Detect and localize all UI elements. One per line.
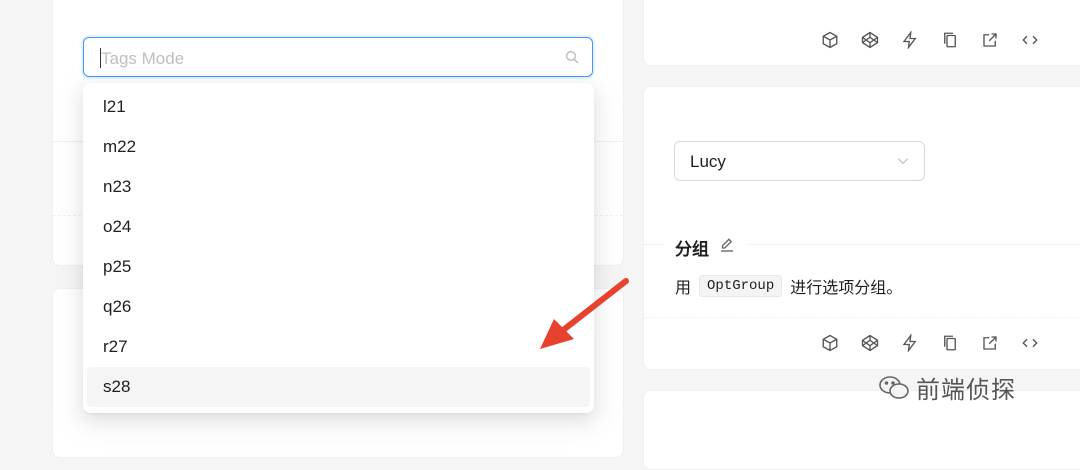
section-title: 分组 — [675, 240, 709, 259]
dropdown-option-active[interactable]: s28 — [87, 367, 590, 407]
tags-select[interactable]: Tags Mode — [83, 37, 593, 77]
dropdown-option[interactable]: p25 — [87, 247, 590, 287]
dropdown-option[interactable]: q26 — [87, 287, 590, 327]
code-snippet: OptGroup — [699, 275, 783, 297]
demo-actions — [820, 30, 1040, 50]
desc-prefix: 用 — [675, 280, 692, 297]
title-divider — [643, 244, 665, 245]
codepen-icon[interactable] — [860, 333, 880, 353]
select-dropdown: l21 m22 n23 o24 p25 q26 r27 s28 — [83, 83, 594, 413]
stackblitz-icon[interactable] — [900, 30, 920, 50]
code-icon[interactable] — [1020, 30, 1040, 50]
select-placeholder: Tags Mode — [101, 49, 185, 68]
codepen-icon[interactable] — [860, 30, 880, 50]
codesandbox-icon[interactable] — [820, 30, 840, 50]
codesandbox-icon[interactable] — [820, 333, 840, 353]
stackblitz-icon[interactable] — [900, 333, 920, 353]
dropdown-option[interactable]: o24 — [87, 207, 590, 247]
copy-icon[interactable] — [940, 30, 960, 50]
watermark-text: 前端侦探 — [916, 377, 1016, 404]
dropdown-option[interactable]: l21 — [87, 87, 590, 127]
edit-icon[interactable] — [718, 236, 736, 254]
chevron-down-icon — [897, 158, 909, 165]
demo-actions — [820, 333, 1040, 353]
demo-card — [643, 86, 1080, 370]
dropdown-option[interactable]: m22 — [87, 127, 590, 167]
search-icon — [565, 50, 579, 64]
open-external-icon[interactable] — [980, 333, 1000, 353]
wechat-icon — [879, 375, 909, 399]
section-description: 用 OptGroup 进行选项分组。 — [675, 274, 902, 298]
card-divider — [644, 317, 1080, 318]
code-icon[interactable] — [1020, 333, 1040, 353]
annotation-arrow-icon — [540, 278, 629, 349]
select-value: Lucy — [690, 152, 726, 171]
lucy-select[interactable]: Lucy — [674, 141, 925, 181]
dropdown-option[interactable]: n23 — [87, 167, 590, 207]
watermark: 前端侦探 — [878, 370, 1016, 405]
dropdown-option[interactable]: r27 — [87, 327, 590, 367]
title-divider — [748, 244, 1080, 245]
desc-suffix: 进行选项分组。 — [790, 280, 903, 297]
open-external-icon[interactable] — [980, 30, 1000, 50]
copy-icon[interactable] — [940, 333, 960, 353]
